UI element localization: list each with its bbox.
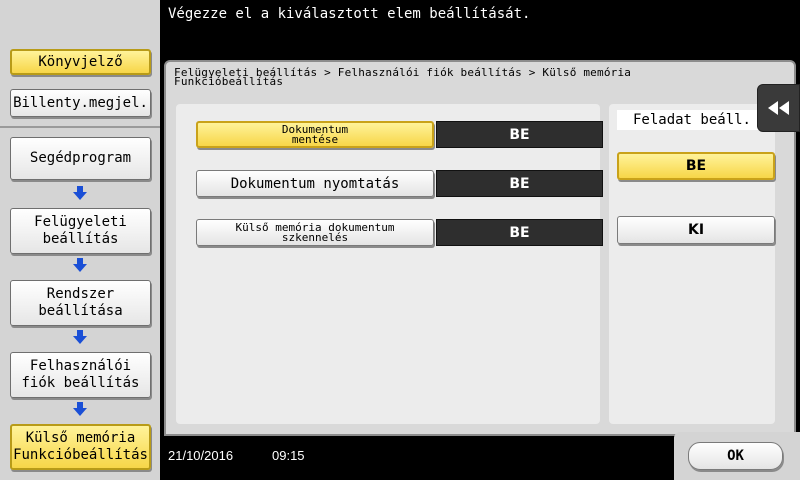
- arrow-down-icon: [73, 186, 87, 200]
- path-item-utility[interactable]: Segédprogram: [10, 137, 151, 180]
- document-save-value: BE: [436, 121, 603, 148]
- arrow-down-icon: [73, 258, 87, 272]
- option-panel-title: Feladat beáll.: [617, 110, 767, 130]
- collapse-panel-button[interactable]: [757, 84, 800, 132]
- document-print-value: BE: [436, 170, 603, 197]
- path-item-user-account-settings[interactable]: Felhasználói fiók beállítás: [10, 352, 151, 398]
- arrow-down-icon: [73, 330, 87, 344]
- sidebar-divider: [0, 126, 160, 128]
- document-print-button[interactable]: Dokumentum nyomtatás: [196, 170, 434, 197]
- path-item-admin-settings[interactable]: Felügyeleti beállítás: [10, 208, 151, 254]
- double-chevron-left-icon: [767, 101, 789, 115]
- on-button[interactable]: BE: [617, 152, 775, 180]
- option-panel: Feladat beáll. BE KI: [609, 104, 775, 424]
- ok-area: OK: [674, 432, 800, 480]
- sidebar: Könyvjelző Billenty.megjel. Segédprogram…: [0, 0, 160, 480]
- breadcrumb: Felügyeleti beállítás > Felhasználói fió…: [174, 67, 784, 87]
- bookmark-button[interactable]: Könyvjelző: [10, 49, 151, 75]
- off-button[interactable]: KI: [617, 216, 775, 244]
- main-panel: Felügyeleti beállítás > Felhasználói fió…: [164, 60, 796, 436]
- status-date: 21/10/2016: [168, 448, 234, 463]
- function-list: Dokumentum mentése BE Dokumentum nyomtat…: [176, 104, 603, 424]
- path-item-system-settings[interactable]: Rendszer beállítása: [10, 280, 151, 326]
- arrow-down-icon: [73, 402, 87, 416]
- message-bar: Végezze el a kiválasztott elem beállítás…: [160, 0, 800, 60]
- ok-button[interactable]: OK: [688, 442, 783, 470]
- instruction-message: Végezze el a kiválasztott elem beállítás…: [168, 6, 531, 22]
- status-time: 09:15: [272, 448, 305, 463]
- external-memory-scan-button[interactable]: Külső memória dokumentum szkennelés: [196, 219, 434, 246]
- path-item-external-memory[interactable]: Külső memória Funkcióbeállítás: [10, 424, 151, 470]
- document-save-button[interactable]: Dokumentum mentése: [196, 121, 434, 148]
- external-memory-scan-value: BE: [436, 219, 603, 246]
- keyboard-display-button[interactable]: Billenty.megjel.: [10, 89, 151, 117]
